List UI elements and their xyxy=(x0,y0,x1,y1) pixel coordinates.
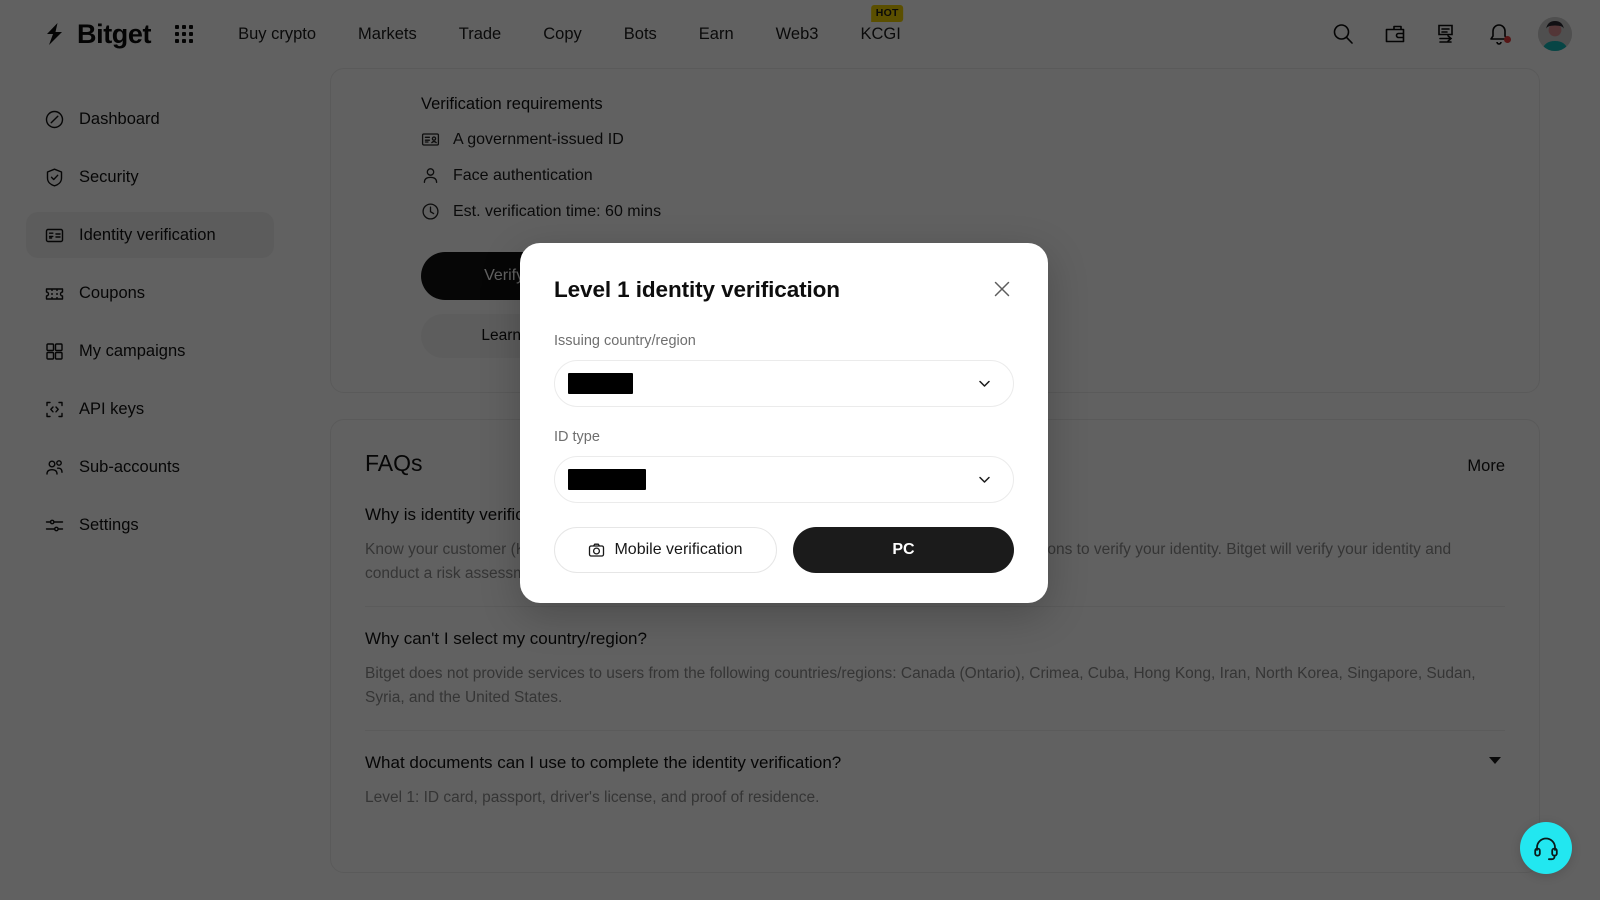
id-type-field-group: ID type xyxy=(554,429,1014,503)
mobile-verification-button[interactable]: Mobile verification xyxy=(554,527,777,573)
app-root: Bitget Buy crypto Markets Trade Copy xyxy=(0,0,1600,900)
id-type-redacted-value xyxy=(568,469,646,490)
id-type-select[interactable] xyxy=(554,456,1014,503)
issuing-country-label: Issuing country/region xyxy=(554,333,696,349)
issuing-country-redacted-value xyxy=(568,373,633,394)
pc-verification-button[interactable]: PC xyxy=(793,527,1014,573)
issuing-country-field-group: Issuing country/region xyxy=(554,333,1014,407)
camera-icon xyxy=(588,542,605,559)
chevron-down-icon xyxy=(976,471,993,488)
headset-icon xyxy=(1532,834,1560,862)
modal-title: Level 1 identity verification xyxy=(554,277,840,302)
level-1-identity-verification-modal: Level 1 identity verification Issuing co… xyxy=(520,243,1048,603)
id-type-label: ID type xyxy=(554,429,600,445)
modal-action-buttons: Mobile verification PC xyxy=(554,527,1014,573)
issuing-country-select[interactable] xyxy=(554,360,1014,407)
mobile-verification-label: Mobile verification xyxy=(614,541,743,558)
chevron-down-icon xyxy=(976,375,993,392)
modal-header: Level 1 identity verification xyxy=(554,277,1014,303)
close-icon[interactable] xyxy=(990,277,1014,301)
support-chat-button[interactable] xyxy=(1520,822,1572,874)
